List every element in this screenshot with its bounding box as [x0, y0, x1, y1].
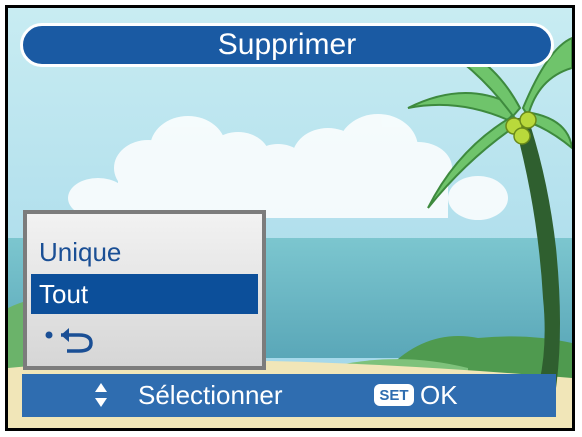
menu-item-single[interactable]: Unique: [31, 232, 258, 272]
set-key-icon: SET: [374, 384, 414, 406]
menu-item-all[interactable]: Tout: [31, 274, 258, 314]
footer-hint-bar: Sélectionner SET OK: [22, 374, 556, 417]
menu-item-label: Tout: [39, 278, 89, 309]
camera-screen: Supprimer Unique Tout Sélectionner SET O…: [5, 5, 575, 431]
up-down-arrows-icon: [95, 383, 107, 407]
menu-item-label: Unique: [39, 236, 122, 267]
select-hint-label: Sélectionner: [138, 380, 283, 410]
page-title: Supprimer: [217, 28, 357, 61]
ok-hint-label: OK: [420, 380, 458, 410]
menu-item-back[interactable]: [31, 318, 258, 358]
back-icon: [45, 328, 93, 353]
delete-options-menu: Unique Tout: [23, 210, 266, 370]
header-bar: Supprimer: [20, 23, 554, 67]
